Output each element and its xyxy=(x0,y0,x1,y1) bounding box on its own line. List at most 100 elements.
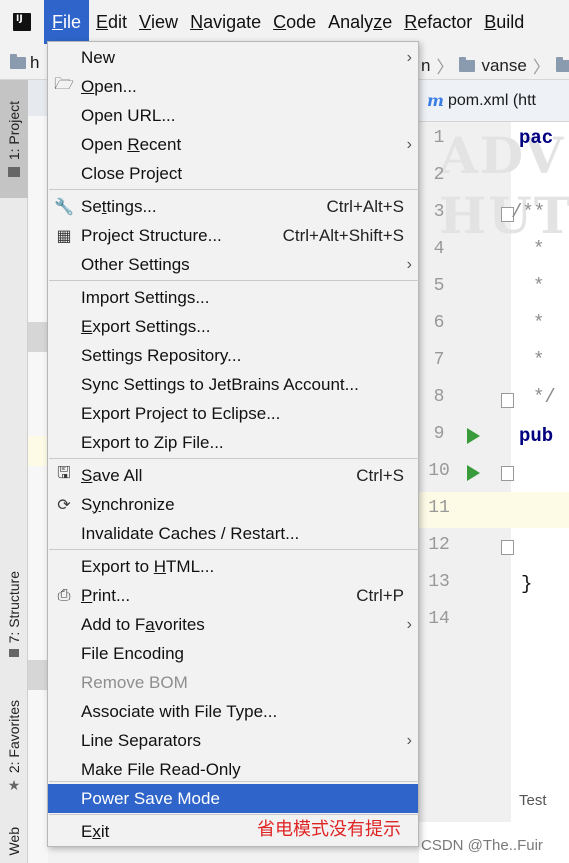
menu-item-export-to-zip-file[interactable]: Export to Zip File... xyxy=(48,428,418,457)
project-panel xyxy=(28,80,48,863)
menu-item-export-project-to-eclipse[interactable]: Export Project to Eclipse... xyxy=(48,399,418,428)
fold-icon[interactable] xyxy=(501,466,514,481)
menu-item-power-save-mode[interactable]: Power Save Mode xyxy=(48,784,418,813)
menu-item-add-to-favorites[interactable]: Add to Favorites › xyxy=(48,610,418,639)
menu-separator xyxy=(49,458,419,459)
menu-item-label: Add to Favorites xyxy=(81,614,205,634)
menu-item-sync-settings-to-jetbrains-account[interactable]: Sync Settings to JetBrains Account... xyxy=(48,370,418,399)
fold-icon[interactable] xyxy=(501,393,514,408)
menu-view[interactable]: View xyxy=(134,0,183,44)
save-icon: 🖫 xyxy=(57,465,71,482)
tool-tab-structure-label: 7: Structure xyxy=(6,570,22,644)
menu-item-open-recent[interactable]: Open Recent › xyxy=(48,130,418,159)
tool-tab-web[interactable]: Web xyxy=(0,820,28,863)
menu-item-other-settings[interactable]: Other Settings › xyxy=(48,250,418,279)
tool-tab-favorites[interactable]: 2: Favorites ★ xyxy=(0,688,28,806)
menu-item-label: Settings Repository... xyxy=(81,345,242,365)
menu-item-label: Open... xyxy=(81,76,137,96)
menu-item-print[interactable]: ⎙ Print... Ctrl+P xyxy=(48,581,418,610)
menu-code[interactable]: Code xyxy=(268,0,321,44)
menu-separator xyxy=(49,549,419,550)
line-number: 9 xyxy=(433,424,445,444)
breadcrumb-separator: 〉 xyxy=(436,58,454,77)
project-structure-icon: ▦ xyxy=(56,227,72,245)
bottom-tab-test[interactable]: Test xyxy=(519,792,547,809)
tool-tab-favorites-label: 2: Favorites xyxy=(6,699,22,774)
menu-item-open-url[interactable]: Open URL... xyxy=(48,101,418,130)
menu-item-line-separators[interactable]: Line Separators › xyxy=(48,726,418,755)
menu-analyze[interactable]: Analy z e xyxy=(323,0,397,44)
fold-icon[interactable] xyxy=(501,540,514,555)
menu-item-label: Export to HTML... xyxy=(81,556,215,576)
menu-item-settings[interactable]: 🔧 Settings... Ctrl+Alt+S xyxy=(48,192,418,221)
breadcrumb-project[interactable]: h xyxy=(10,53,39,73)
menu-item-label: Make File Read-Only xyxy=(81,759,241,779)
line-number: 7 xyxy=(433,350,445,370)
menu-edit[interactable]: Edit xyxy=(91,0,132,44)
printer-icon: ⎙ xyxy=(57,586,71,604)
menu-item-project-structure[interactable]: ▦ Project Structure... Ctrl+Alt+Shift+S xyxy=(48,221,418,250)
tool-tab-structure[interactable]: 7: Structure xyxy=(0,558,28,670)
project-tree-row[interactable] xyxy=(28,660,48,690)
menu-item-file-encoding[interactable]: File Encoding xyxy=(48,639,418,668)
tool-tab-project-label: 1: Project xyxy=(6,101,22,161)
breadcrumb-segment-vanse[interactable]: vanse xyxy=(481,56,526,76)
menu-item-label: Open URL... xyxy=(81,105,176,125)
code-editor[interactable]: m pom.xml (htt ADV HUT 12345678910111213… xyxy=(419,80,569,863)
breadcrumb-project-label: h xyxy=(30,53,40,72)
main-menu-bar: IJ File Edit View Navigate Code Analy z e Refact… xyxy=(0,0,569,44)
menu-separator xyxy=(49,781,419,782)
run-icon[interactable] xyxy=(467,465,480,481)
menu-item-save-all[interactable]: 🖫 Save All Ctrl+S xyxy=(48,461,418,490)
menu-item-label: Synchronize xyxy=(81,494,175,514)
sync-icon: ⟳ xyxy=(57,496,71,514)
menu-item-shortcut: Ctrl+S xyxy=(356,465,404,485)
tool-tab-project[interactable]: 1: Project xyxy=(0,80,28,198)
menu-item-remove-bom[interactable]: Remove BOM xyxy=(48,668,418,697)
menu-item-open[interactable]: 🗁 Open... xyxy=(48,72,418,101)
chevron-right-icon: › xyxy=(406,615,412,633)
breadcrumb-separator: 〉 xyxy=(532,58,550,77)
line-number: 3 xyxy=(433,202,445,222)
menu-item-export-settings[interactable]: Export Settings... xyxy=(48,312,418,341)
menu-item-close-project[interactable]: Close Project xyxy=(48,159,418,188)
menu-item-export-to-html[interactable]: Export to HTML... xyxy=(48,552,418,581)
menu-item-invalidate-caches-restart[interactable]: Invalidate Caches / Restart... xyxy=(48,519,418,548)
menu-item-shortcut: Ctrl+Alt+Shift+S xyxy=(282,225,404,245)
breadcrumb-segment[interactable]: n xyxy=(421,56,430,76)
menu-navigate[interactable]: Navigate xyxy=(185,0,266,44)
menu-item-make-file-read-only[interactable]: Make File Read-Only xyxy=(48,755,418,784)
run-icon[interactable] xyxy=(467,428,480,444)
menu-build[interactable]: Build xyxy=(479,0,529,44)
menu-item-synchronize[interactable]: ⟳ Synchronize xyxy=(48,490,418,519)
code-line-6: * xyxy=(533,312,545,334)
menu-item-label: New xyxy=(81,47,116,67)
menu-item-label: Invalidate Caches / Restart... xyxy=(81,523,300,543)
line-number: 13 xyxy=(428,572,450,592)
line-number: 8 xyxy=(433,387,445,407)
menu-item-import-settings[interactable]: Import Settings... xyxy=(48,283,418,312)
intellij-logo-icon[interactable]: IJ xyxy=(0,0,44,44)
menu-item-settings-repository[interactable]: Settings Repository... xyxy=(48,341,418,370)
project-tree-row[interactable] xyxy=(28,322,48,352)
code-line-7: * xyxy=(533,349,545,371)
structure-icon xyxy=(9,649,19,658)
menu-item-new[interactable]: New › xyxy=(48,43,418,72)
menu-item-associate-with-file-type[interactable]: Associate with File Type... xyxy=(48,697,418,726)
editor-tab-pom-xml[interactable]: m pom.xml (htt xyxy=(419,80,569,122)
breadcrumb: n 〉 vanse 〉 xyxy=(421,53,569,78)
project-tree-row[interactable] xyxy=(28,436,48,466)
menu-item-shortcut: Ctrl+P xyxy=(356,585,404,605)
menu-item-label: Export Project to Eclipse... xyxy=(81,403,281,423)
menu-item-shortcut: Ctrl+Alt+S xyxy=(326,196,404,216)
code-line-3: /** xyxy=(511,201,546,223)
code-line-9: pub xyxy=(519,425,554,447)
menu-refactor[interactable]: Refactor xyxy=(399,0,477,44)
menu-item-label: Print... xyxy=(81,585,131,605)
code-line-4: * xyxy=(533,238,545,260)
menu-file[interactable]: File xyxy=(44,0,89,44)
code-line-13: } xyxy=(521,573,533,595)
line-number: 4 xyxy=(433,239,445,259)
line-number: 1 xyxy=(433,128,445,148)
menu-item-label: Line Separators xyxy=(81,730,202,750)
